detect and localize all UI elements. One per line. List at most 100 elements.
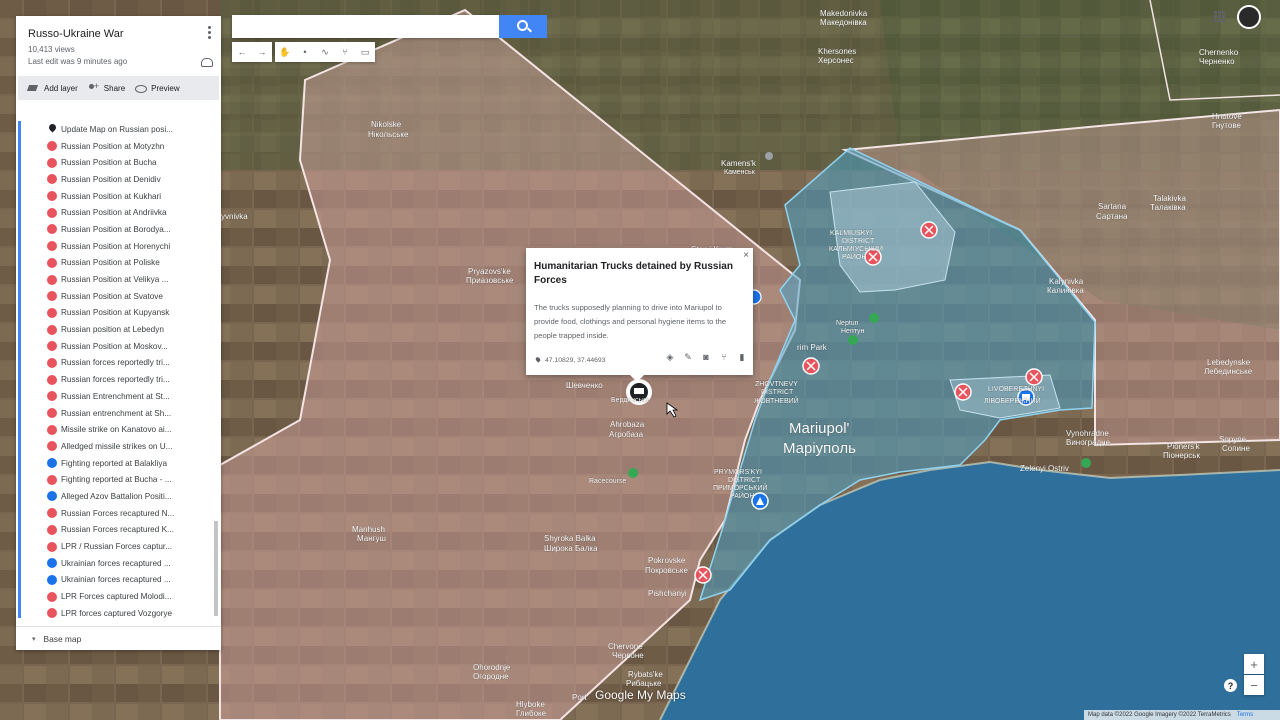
layer-item-label: Russian Position at Poliske <box>61 258 160 268</box>
map-title[interactable]: Russo-Ukraine War <box>28 28 209 40</box>
layer-list-item[interactable]: Russian Position at Bucha <box>21 154 213 171</box>
layer-list-item[interactable]: LPR forces captured Vozgorye <box>21 605 213 618</box>
map-label-kalmiuskyi-2: DISTRICT <box>842 238 875 245</box>
marker-icon <box>47 524 57 535</box>
map-tools-group: ✋ • ∿ ⑂ ▭ <box>275 42 375 62</box>
marker-icon <box>47 424 57 435</box>
layer-list-item[interactable]: Alleged Azov Battalion Positi... <box>21 488 213 505</box>
draw-line-icon[interactable]: ∿ <box>315 42 335 62</box>
layer-list-item[interactable]: Update Map on Russian posi... <box>21 121 213 138</box>
map-label-pryazovske: Pryazovs'ke <box>468 267 511 276</box>
layer-list-item[interactable]: Russian Position at Poliske <box>21 255 213 272</box>
map-label-sopyne-uk: Сопине <box>1222 444 1250 453</box>
map-label-kamensk-uk: Каменськ <box>724 169 756 176</box>
map-label-livoberezhnyi: LIVOBEREZHNYI <box>988 386 1044 393</box>
map-label-prymorskyi: PRYMORS'KYI <box>714 469 762 476</box>
layer-list-item[interactable]: LPR / Russian Forces captur... <box>21 538 213 555</box>
layer-list-item[interactable]: Russian Position at Borodya... <box>21 221 213 238</box>
map-label-shyroka: Shyroka Balka <box>544 534 596 543</box>
pin-icon <box>47 122 58 133</box>
map-label-shyroka-uk: Широка Балка <box>544 544 598 553</box>
map-label-hlyboke: Hlyboke <box>516 700 545 709</box>
map-label-talakivka-uk: Талаківка <box>1150 203 1186 212</box>
layer-list-item[interactable]: Russian position at Lebedyn <box>21 321 213 338</box>
view-count: 10,413 views <box>28 45 75 54</box>
add-marker-icon[interactable]: • <box>295 42 315 62</box>
layer-list-item[interactable]: Fighting reported at Bucha - ... <box>21 471 213 488</box>
layer-list-item[interactable]: Russian Position at Kukhari <box>21 188 213 205</box>
trash-icon[interactable]: ▮ <box>733 350 751 364</box>
pencil-icon[interactable]: ✎ <box>679 350 697 364</box>
layer-list-item[interactable]: Russian entrenchment at Sh... <box>21 405 213 422</box>
layer-list-item[interactable]: Russian Forces recaptured K... <box>21 522 213 539</box>
search-button[interactable] <box>499 15 547 38</box>
layer-item-label: Alleged Azov Battalion Positi... <box>61 491 172 501</box>
share-button[interactable]: Share <box>88 81 125 93</box>
layer-list-item[interactable]: Russian Position at Motyzhn <box>21 138 213 155</box>
layer-item-label: Russian position at Lebedyn <box>61 325 164 335</box>
marker-battle-1[interactable] <box>920 221 938 239</box>
hand-icon[interactable]: ✋ <box>275 42 295 62</box>
zoom-out-button[interactable]: − <box>1244 675 1264 695</box>
layer-item-label: Russian Forces recaptured K... <box>61 525 174 535</box>
layer-item-label: Russian Position at Kukhari <box>61 191 162 201</box>
map-label-nikolske-uk: Нікольське <box>368 130 409 139</box>
popup-coordinates: 47.10829, 37.44693 <box>536 357 605 364</box>
marker-icon <box>47 157 57 168</box>
directions-icon[interactable]: ⑂ <box>335 42 355 62</box>
map-label-pionersk: Pioners'k <box>1167 442 1201 451</box>
map-label-pishchanyi: Pishchanyi <box>648 589 687 598</box>
layer-list-item[interactable]: LPR Forces captured Molodi... <box>21 588 213 605</box>
preview-button[interactable]: Preview <box>135 84 180 93</box>
avatar[interactable] <box>1237 5 1261 29</box>
layer-list-item[interactable]: Russian Entrenchment at St... <box>21 388 213 405</box>
layer-list-item[interactable]: Russian Position at Svatove <box>21 288 213 305</box>
ruler-icon[interactable]: ▭ <box>355 42 375 62</box>
undo-icon[interactable]: ← <box>232 42 252 62</box>
layer-list-item[interactable]: Ukrainian forces recaptured ... <box>21 555 213 572</box>
marker-battle-3[interactable] <box>802 357 820 375</box>
marker-battle-5[interactable] <box>1025 368 1043 386</box>
marker-battle-6[interactable] <box>694 566 712 584</box>
layer-list-item[interactable]: Russian Position at Horenychi <box>21 238 213 255</box>
add-layer-button[interactable]: Add layer <box>28 84 78 93</box>
zoom-in-button[interactable]: + <box>1244 654 1264 674</box>
layer-list-item[interactable]: Fighting reported at Balakliya <box>21 455 213 472</box>
layer-list-item[interactable]: Russian Position at Velikya ... <box>21 271 213 288</box>
chevron-down-icon: ▾ <box>32 636 36 643</box>
layer-list-item[interactable]: Russian forces reportedly tri... <box>21 355 213 372</box>
map-label-neptun-uk: Нептун <box>841 328 865 335</box>
base-map-toggle[interactable]: ▾ Base map <box>16 626 221 650</box>
layer-list-item[interactable]: Russian forces reportedly tri... <box>21 371 213 388</box>
layer-list-item[interactable]: Russian Position at Andriivka <box>21 204 213 221</box>
marker-battle-4[interactable] <box>954 383 972 401</box>
layer-list-item[interactable]: Russian Forces recaptured N... <box>21 505 213 522</box>
list-scrollbar[interactable] <box>214 521 218 616</box>
terms-link[interactable]: Terms <box>1237 712 1253 718</box>
add-person-icon <box>88 81 99 93</box>
camera-icon[interactable]: ◙ <box>697 350 715 364</box>
more-options-icon[interactable] <box>208 26 212 41</box>
layer-list-item[interactable]: Ukrainian forces recaptured ... <box>21 572 213 589</box>
layer-item-label: Fighting reported at Balakliya <box>61 458 168 468</box>
layer-item-label: Russian forces reportedly tri... <box>61 358 170 368</box>
layer-list-item[interactable]: Alledged missile strikes on U... <box>21 438 213 455</box>
directions-icon[interactable]: ⑂ <box>715 350 733 364</box>
layer-item-label: Russian Forces recaptured N... <box>61 508 175 518</box>
help-button[interactable]: ? <box>1224 679 1237 692</box>
marker-icon <box>47 441 57 452</box>
search-input[interactable] <box>232 15 499 38</box>
map-label-manhush: Manhush <box>352 525 385 534</box>
layer-list-item[interactable]: Missile strike on Kanatovo ai... <box>21 421 213 438</box>
redo-icon[interactable]: → <box>252 42 272 62</box>
marker-icon <box>47 141 57 152</box>
layer-list-item[interactable]: Russian Position at Denidiv <box>21 171 213 188</box>
paint-bucket-icon[interactable]: ◈ <box>661 350 679 364</box>
close-icon[interactable]: × <box>743 250 749 261</box>
last-edit: Last edit was 9 minutes ago <box>28 57 128 66</box>
layer-list-item[interactable]: Russian Position at Kupyansk <box>21 305 213 322</box>
layer-list-item[interactable]: Russian Position at Moskov... <box>21 338 213 355</box>
marker-icon <box>47 458 57 469</box>
map-label-prymorskyi-uk2: РАЙОН <box>730 491 754 500</box>
apps-grid-icon[interactable] <box>1214 11 1226 23</box>
